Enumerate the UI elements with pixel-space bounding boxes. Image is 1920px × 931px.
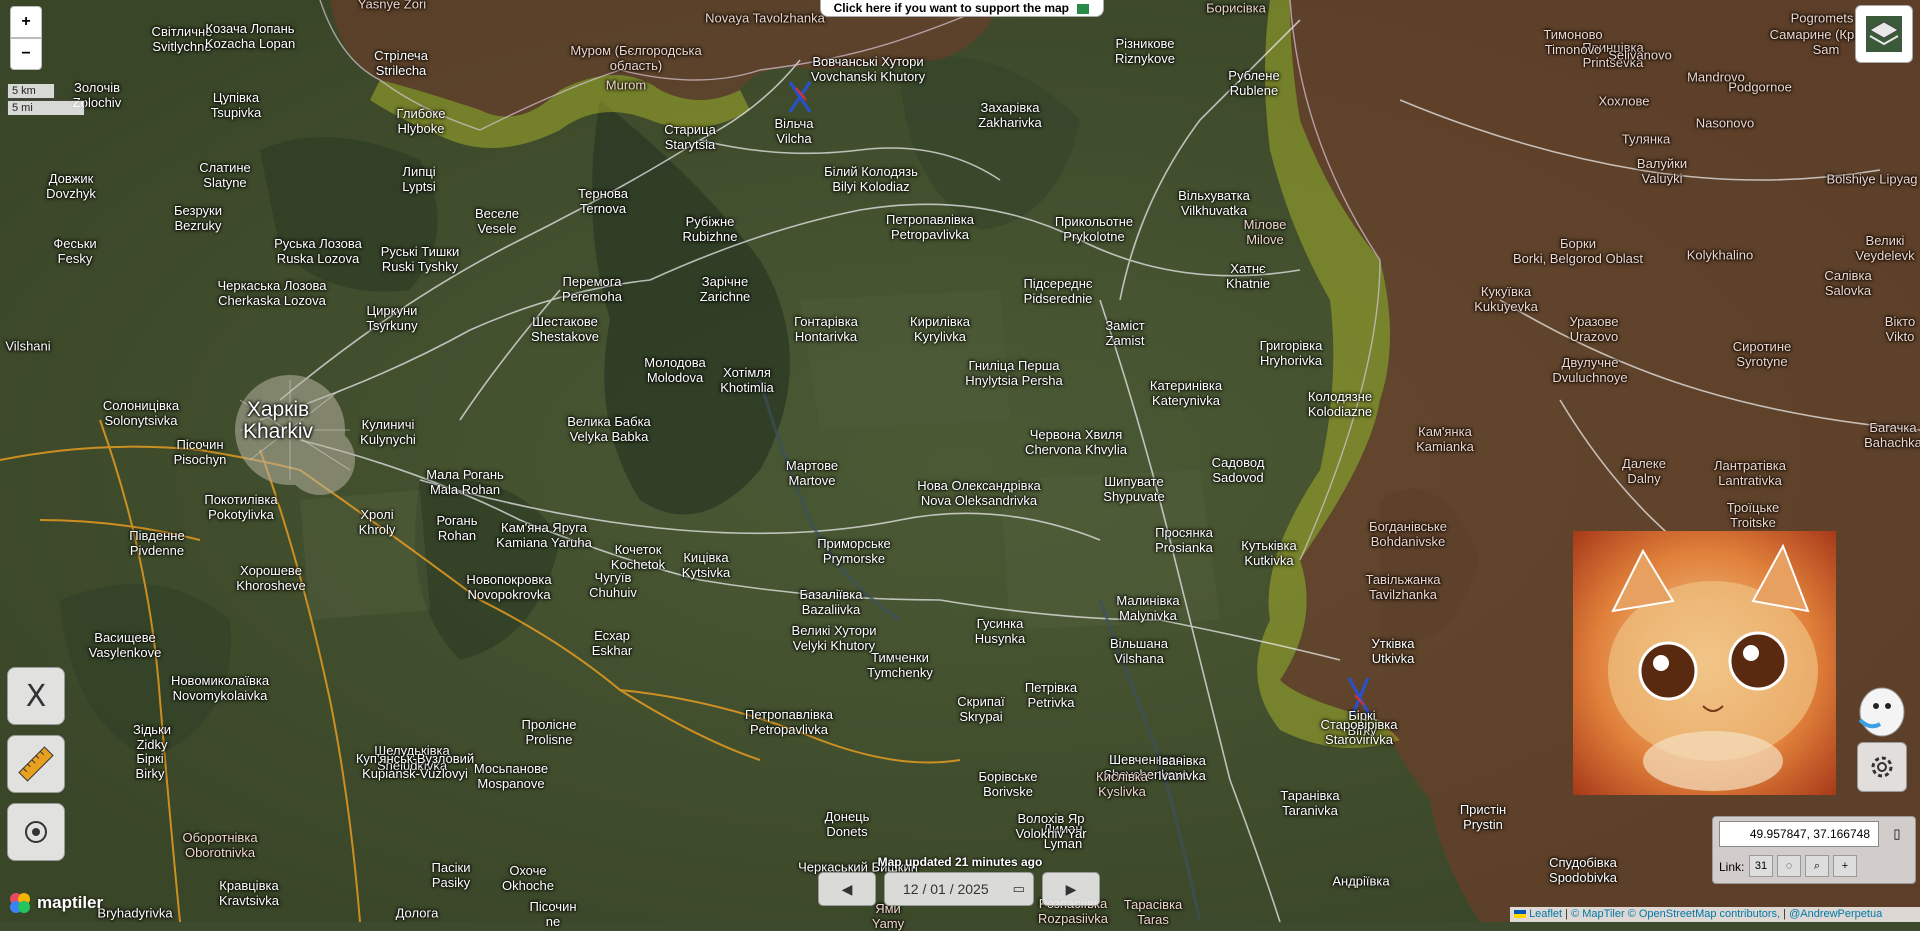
layers-icon [1866,16,1902,52]
coordinate-panel: 49.957847, 37.166748 ▯ Link: 31 ◌ ⌕ + [1712,816,1916,884]
crosshair-link-button[interactable]: + [1833,855,1857,877]
copy-coordinates-button[interactable]: ▯ [1885,823,1909,845]
ruler-button[interactable] [7,735,65,793]
layers-button[interactable] [1855,5,1913,63]
coordinates-input[interactable]: 49.957847, 37.166748 [1719,821,1879,847]
osm-link[interactable]: © OpenStreetMap contributors, [1628,908,1780,920]
support-icon [1076,2,1091,15]
prev-date-button[interactable]: ◀ [818,872,876,906]
ruler-icon [18,746,54,782]
calendar-icon: ▭ [1012,881,1025,896]
world-map-icon: ◌ [1785,860,1793,872]
clipboard-icon: ▯ [1893,826,1901,841]
cat-image [1573,531,1836,795]
zoom-out-button[interactable]: − [10,38,42,70]
date-input[interactable]: 12 / 01 / 2025 ▭ [884,872,1034,906]
search-link-button[interactable]: ⌕ [1805,855,1829,877]
date-navigation: ◀ 12 / 01 / 2025 ▭ ▶ [818,872,1102,910]
next-date-button[interactable]: ▶ [1042,872,1100,906]
support-text[interactable]: Click here if you want to support the ma… [834,1,1069,15]
x-logo-icon: X [25,678,47,714]
date-value: 12 / 01 / 2025 [903,881,989,897]
maptiler-text: maptiler [37,893,104,912]
x-share-button[interactable]: X [7,667,65,725]
scale-km: 5 km [7,84,55,99]
link-label: Link: [1719,860,1745,874]
calendar-day: 31 [1754,860,1768,872]
calendar-link-button[interactable]: 31 [1749,855,1773,877]
map-updated-text: Map updated 21 minutes ago [877,855,1043,869]
maptiler-link[interactable]: © MapTiler [1571,908,1625,920]
leaflet-link[interactable]: Leaflet [1529,908,1562,920]
scale-mi: 5 mi [7,100,85,115]
maptiler-icon [10,893,30,913]
zoom-in-button[interactable]: + [10,6,42,38]
attribution-bar: Leaflet | © MapTiler © OpenStreetMap con… [1510,907,1920,922]
search-icon: ⌕ [1813,860,1821,872]
support-banner[interactable]: Click here if you want to support the ma… [820,0,1104,17]
ukraine-flag-icon [1514,910,1526,919]
locate-button[interactable] [7,803,65,861]
settings-button[interactable] [1857,742,1907,792]
locate-icon [25,821,47,843]
world-map-link-button[interactable]: ◌ [1777,855,1801,877]
author-link[interactable]: @AndrewPerpetua [1789,908,1882,920]
mascot-image [1850,680,1912,740]
gear-icon [1871,756,1893,778]
maptiler-logo[interactable]: maptiler [8,890,103,916]
crosshair-icon: + [1841,860,1849,872]
